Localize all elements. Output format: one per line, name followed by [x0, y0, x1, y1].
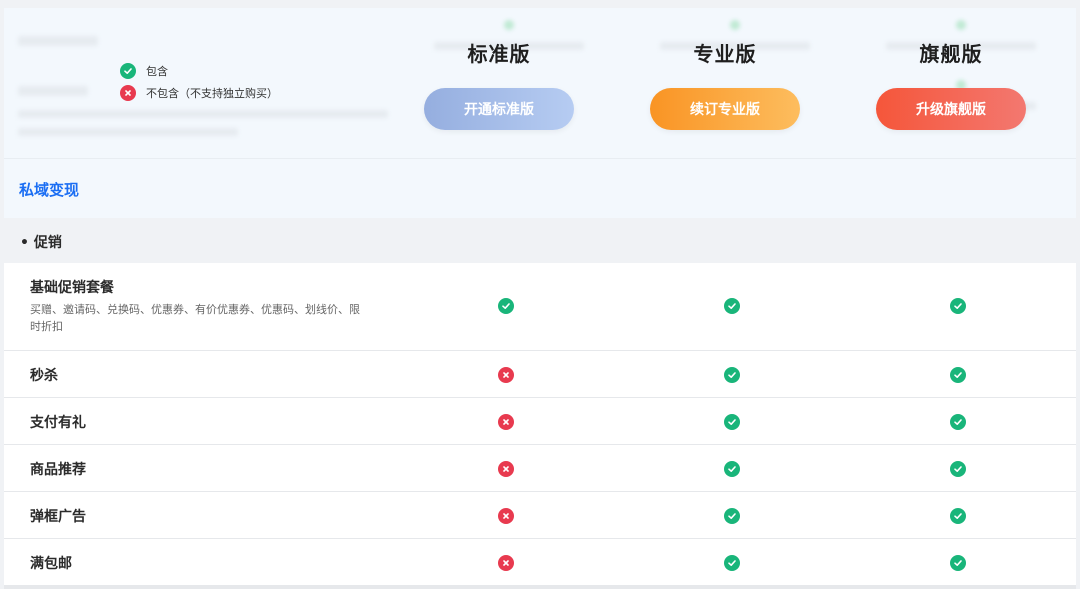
- blurred-placeholder: [18, 128, 238, 136]
- plan-cell: [496, 412, 516, 432]
- check-icon: [724, 555, 740, 571]
- check-icon: [950, 555, 966, 571]
- feature-label: 秒杀: [30, 368, 58, 384]
- plan-cell: [722, 506, 742, 526]
- cross-icon: [498, 461, 514, 477]
- plan-header: 包含 不包含（不支持独立购买） 标准版 开通标准版 专业版 续订专业版 旗舰版 …: [4, 8, 1076, 158]
- feature-label: 基础促销套餐: [30, 280, 114, 296]
- legend-included: 包含: [120, 60, 278, 82]
- legend-included-label: 包含: [146, 65, 168, 78]
- table-row: 秒杀: [4, 351, 1076, 398]
- upgrade-flagship-button[interactable]: 升级旗舰版: [876, 88, 1026, 130]
- plan-cell: [496, 365, 516, 385]
- check-icon: [724, 298, 740, 314]
- plan-cell: [722, 553, 742, 573]
- cross-icon: [498, 508, 514, 524]
- plan-professional-name: 专业版: [693, 42, 757, 66]
- table-row: 满包邮: [4, 539, 1076, 586]
- cross-icon: [120, 85, 136, 101]
- blurred-placeholder: [18, 36, 98, 46]
- subsection-title: • 促销: [20, 235, 62, 251]
- plan-cell: [496, 296, 516, 316]
- plan-cell: [948, 412, 968, 432]
- table-row: 弹框广告: [4, 492, 1076, 539]
- plan-standard-name: 标准版: [467, 42, 531, 66]
- section-header: 私域变现: [4, 158, 1076, 218]
- check-icon: [950, 414, 966, 430]
- plan-standard: 标准版 开通标准版: [424, 8, 574, 158]
- plan-professional: 专业版 续订专业版: [650, 8, 800, 158]
- check-icon: [724, 508, 740, 524]
- feature-rows: 基础促销套餐买赠、邀请码、兑换码、优惠券、有价优惠券、优惠码、划线价、限时折扣秒…: [4, 263, 1076, 586]
- cross-icon: [498, 367, 514, 383]
- plan-cell: [722, 412, 742, 432]
- feature-description: 买赠、邀请码、兑换码、优惠券、有价优惠券、优惠码、划线价、限时折扣: [30, 303, 360, 333]
- divider: [4, 585, 1076, 589]
- table-row: 支付有礼: [4, 398, 1076, 445]
- plan-cell: [496, 506, 516, 526]
- check-icon: [724, 414, 740, 430]
- subsection-header: • 促销: [4, 218, 1076, 263]
- feature-label: 满包邮: [30, 556, 72, 572]
- open-standard-button[interactable]: 开通标准版: [424, 88, 574, 130]
- check-icon: [950, 461, 966, 477]
- plan-cell: [496, 553, 516, 573]
- renew-professional-button[interactable]: 续订专业版: [650, 88, 800, 130]
- check-icon: [498, 298, 514, 314]
- legend-not-included-label: 不包含（不支持独立购买）: [146, 87, 278, 100]
- check-icon: [120, 63, 136, 79]
- plan-comparison-panel: 包含 不包含（不支持独立购买） 标准版 开通标准版 专业版 续订专业版 旗舰版 …: [4, 8, 1076, 589]
- table-row: 商品推荐: [4, 445, 1076, 492]
- legend-not-included: 不包含（不支持独立购买）: [120, 82, 278, 104]
- plan-cell: [722, 459, 742, 479]
- cross-icon: [498, 555, 514, 571]
- check-icon: [950, 508, 966, 524]
- plan-cell: [722, 365, 742, 385]
- plan-cell: [948, 365, 968, 385]
- plan-cell: [496, 459, 516, 479]
- plan-cell: [948, 506, 968, 526]
- blurred-placeholder: [18, 110, 388, 118]
- blurred-placeholder: [18, 86, 88, 96]
- feature-label: 弹框广告: [30, 509, 86, 525]
- check-icon: [724, 461, 740, 477]
- plan-cell: [948, 459, 968, 479]
- table-row: 基础促销套餐买赠、邀请码、兑换码、优惠券、有价优惠券、优惠码、划线价、限时折扣: [4, 263, 1076, 351]
- plan-cell: [948, 553, 968, 573]
- plan-flagship: 旗舰版 升级旗舰版: [876, 8, 1026, 158]
- check-icon: [950, 298, 966, 314]
- plan-cell: [948, 296, 968, 316]
- cross-icon: [498, 414, 514, 430]
- check-icon: [950, 367, 966, 383]
- plan-flagship-name: 旗舰版: [919, 42, 983, 66]
- check-icon: [724, 367, 740, 383]
- feature-label: 商品推荐: [30, 462, 86, 478]
- feature-label: 支付有礼: [30, 415, 86, 431]
- section-title: 私域变现: [19, 181, 80, 199]
- plan-cell: [722, 296, 742, 316]
- legend: 包含 不包含（不支持独立购买）: [120, 60, 278, 104]
